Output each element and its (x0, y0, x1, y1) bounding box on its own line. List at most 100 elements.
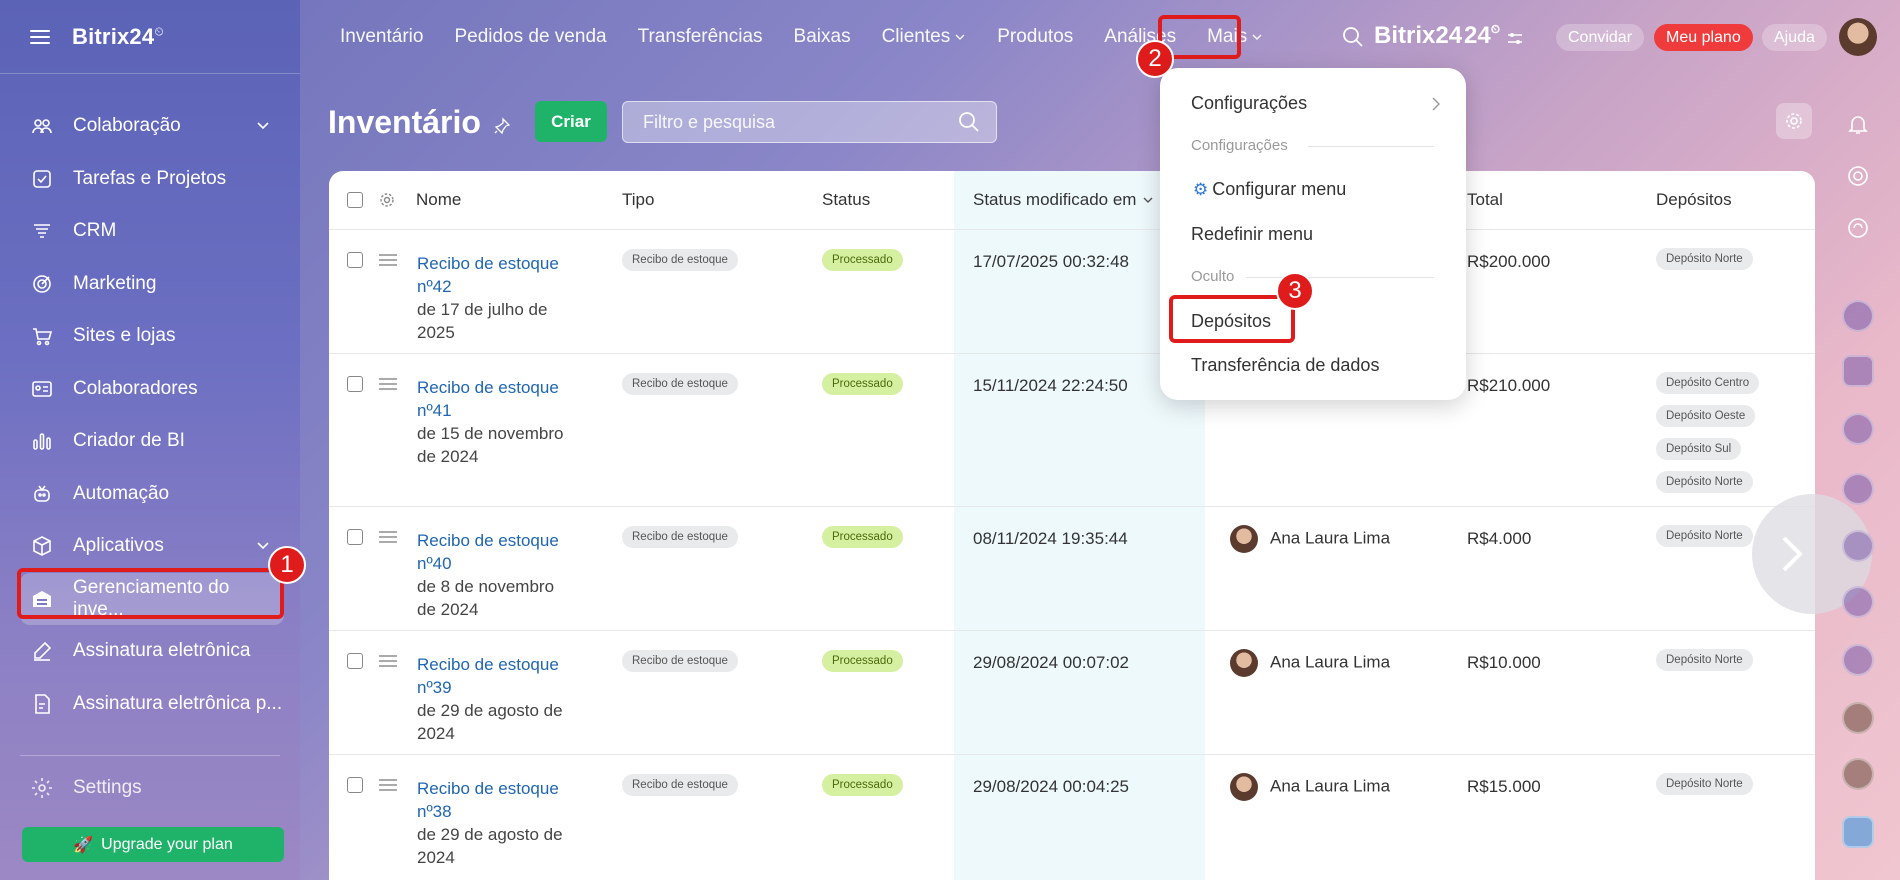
table-row[interactable]: Recibo de estoque nº42 de 17 de julho de 2… (329, 229, 1815, 353)
menu-item-redefinir-menu[interactable]: Redefinir menu (1191, 224, 1313, 245)
drag-handle-icon[interactable] (379, 254, 397, 266)
sidebar-item-bi[interactable]: Criador de BI (0, 415, 300, 468)
sidebar-item-assinatura[interactable]: Assinatura eletrônica (0, 625, 300, 678)
sidebar-item-marketing[interactable]: Marketing (0, 258, 300, 311)
sliders-icon[interactable] (1506, 30, 1524, 48)
nav-transferencias[interactable]: Transferências (638, 26, 763, 48)
header-status-modificado[interactable]: Status modificado em (973, 171, 1154, 229)
sidebar-item-sites[interactable]: Sites e lojas (0, 310, 300, 363)
header-nome[interactable]: Nome (416, 171, 461, 229)
nav-pedidos[interactable]: Pedidos de venda (454, 26, 606, 48)
chevron-down-icon (257, 122, 269, 130)
sidebar-item-colaboracao[interactable]: Colaboração (0, 100, 300, 153)
drag-handle-icon[interactable] (379, 655, 397, 667)
modified-date: 17/07/2025 00:32:48 (973, 252, 1129, 271)
header-tipo[interactable]: Tipo (622, 171, 654, 229)
table-row[interactable]: Recibo de estoque nº40 de 8 de novembro de… (329, 506, 1815, 630)
type-tag: Recibo de estoque (622, 526, 738, 548)
table-row[interactable]: Recibo de estoque nº38 de 29 de agosto de… (329, 754, 1815, 880)
responsible-person[interactable]: Ana Laura Lima (1230, 649, 1390, 677)
menu-item-transferencia-dados[interactable]: Transferência de dados (1191, 355, 1379, 376)
search-icon[interactable] (1342, 26, 1364, 48)
total-value: R$15.000 (1467, 777, 1541, 796)
search-icon[interactable] (958, 111, 980, 133)
menu-icon[interactable] (30, 29, 50, 44)
column-settings-gear[interactable] (379, 171, 395, 229)
app-shortcut-icon[interactable] (1842, 473, 1874, 505)
upgrade-plan-button[interactable]: 🚀 Upgrade your plan (22, 827, 284, 862)
nav-inventario[interactable]: Inventário (340, 26, 423, 48)
sidebar-divider (20, 755, 280, 756)
responsible-person[interactable]: Ana Laura Lima (1230, 773, 1390, 801)
crm-icon (30, 219, 54, 243)
document-link[interactable]: Recibo de estoque nº39 (417, 653, 587, 699)
chat-refresh-icon[interactable] (1846, 216, 1870, 240)
sidebar-header: Bitrix24⏲ (0, 0, 300, 74)
person-name: Ana Laura Lima (1270, 652, 1391, 672)
my-plan-button[interactable]: Meu plano (1654, 24, 1753, 51)
row-checkbox[interactable] (347, 252, 363, 268)
nav-clientes[interactable]: Clientes (882, 26, 967, 48)
sidebar-item-assinatura-p[interactable]: Assinatura eletrônica p... (0, 678, 300, 731)
drag-handle-icon[interactable] (379, 779, 397, 791)
header-total[interactable]: Total (1467, 171, 1503, 229)
bell-icon[interactable] (1846, 112, 1870, 136)
drag-handle-icon[interactable] (379, 531, 397, 543)
menu-item-configurar-menu[interactable]: ⚙ Configurar menu (1193, 179, 1346, 200)
contact-avatar[interactable] (1842, 702, 1874, 734)
sidebar-item-crm[interactable]: CRM (0, 205, 300, 258)
document-link[interactable]: Recibo de estoque nº40 (417, 529, 587, 575)
select-all-checkbox[interactable] (347, 171, 363, 229)
app-shortcut-icon[interactable] (1842, 586, 1874, 618)
document-link[interactable]: Recibo de estoque nº42 (417, 252, 587, 298)
document-date: de 29 de agosto de 2024 (417, 701, 563, 743)
type-tag: Recibo de estoque (622, 774, 738, 796)
nav-baixas[interactable]: Baixas (794, 26, 851, 48)
app-shortcut-icon[interactable] (1842, 530, 1874, 562)
inventory-table: Nome Tipo Status Status modificado em To… (329, 171, 1815, 880)
responsible-person[interactable]: Ana Laura Lima (1230, 525, 1390, 553)
app-shortcut-icon[interactable] (1842, 644, 1874, 676)
right-rail (1816, 0, 1900, 880)
marketing-icon (30, 272, 54, 296)
search-input[interactable] (643, 111, 943, 133)
create-button[interactable]: Criar (535, 101, 607, 142)
row-checkbox[interactable] (347, 376, 363, 392)
brand-logo[interactable]: Bitrix2424⏲ (1374, 22, 1500, 50)
sidebar-item-tarefas[interactable]: Tarefas e Projetos (0, 153, 300, 206)
nav-produtos[interactable]: Produtos (997, 26, 1073, 48)
sidebar-item-label: Colaboração (73, 115, 181, 137)
signature-icon (30, 639, 54, 663)
chat-icon[interactable] (1842, 816, 1874, 848)
contact-avatar[interactable] (1842, 758, 1874, 790)
table-row[interactable]: Recibo de estoque nº41 de 15 de novembro d… (329, 353, 1815, 506)
invite-button[interactable]: Convidar (1556, 24, 1645, 51)
sidebar-item-aplicativos[interactable]: Aplicativos (0, 520, 300, 573)
target-icon[interactable] (1846, 164, 1870, 188)
table-row[interactable]: Recibo de estoque nº39 de 29 de agosto de… (329, 630, 1815, 754)
drag-handle-icon[interactable] (379, 378, 397, 390)
row-checkbox[interactable] (347, 529, 363, 545)
document-link[interactable]: Recibo de estoque nº41 (417, 376, 587, 422)
logo[interactable]: Bitrix24⏲ (72, 24, 164, 50)
row-checkbox[interactable] (347, 777, 363, 793)
pin-icon[interactable] (493, 116, 511, 135)
app-shortcut-icon[interactable] (1842, 300, 1874, 332)
header-status[interactable]: Status (822, 171, 870, 229)
sidebar-item-automacao[interactable]: Automação (0, 468, 300, 521)
document-link[interactable]: Recibo de estoque nº38 (417, 777, 587, 823)
row-checkbox[interactable] (347, 653, 363, 669)
modified-date: 29/08/2024 00:04:25 (973, 777, 1129, 796)
employees-icon (30, 377, 54, 401)
avatar (1230, 649, 1258, 677)
app-shortcut-icon[interactable] (1842, 355, 1874, 387)
app-shortcut-icon[interactable] (1842, 413, 1874, 445)
page-settings-button[interactable] (1776, 103, 1812, 139)
sidebar-item-colaboradores[interactable]: Colaboradores (0, 363, 300, 416)
sidebar-settings[interactable]: Settings (30, 776, 142, 800)
header-depositos[interactable]: Depósitos (1656, 171, 1732, 229)
sidebar-item-label: Sites e lojas (73, 325, 176, 347)
page-title-text: Inventário (328, 104, 481, 140)
menu-item-configuracoes[interactable]: Configurações (1191, 93, 1441, 114)
modified-date: 29/08/2024 00:07:02 (973, 653, 1129, 672)
